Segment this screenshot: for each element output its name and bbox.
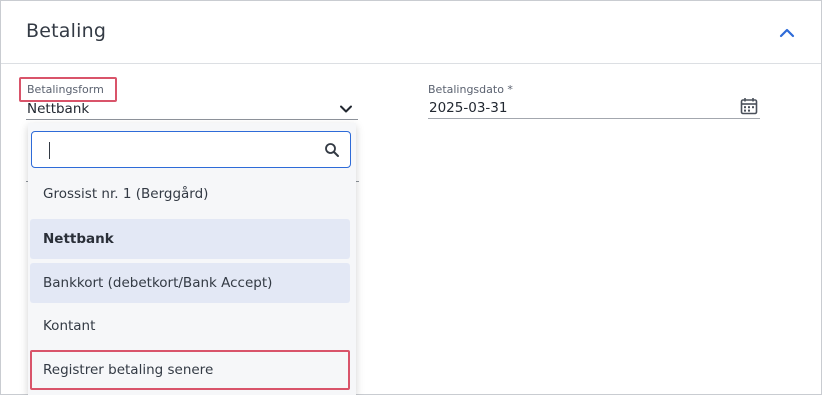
section-header[interactable]: Betaling xyxy=(1,1,821,64)
divider xyxy=(356,181,359,182)
section-title: Betaling xyxy=(26,20,107,42)
payment-date-value[interactable]: 2025-03-31 xyxy=(429,100,507,116)
text-cursor xyxy=(49,142,50,159)
payment-method-label: Betalingsform xyxy=(27,83,104,96)
option-grossist[interactable]: Grossist nr. 1 (Berggård) xyxy=(30,174,350,214)
payment-method-underline xyxy=(26,119,358,120)
option-register-later[interactable]: Registrer betaling senere xyxy=(30,350,350,390)
chevron-up-icon[interactable] xyxy=(777,23,797,43)
calendar-icon[interactable] xyxy=(740,97,758,115)
payment-date-label: Betalingsdato * xyxy=(428,83,513,96)
payment-method-value[interactable]: Nettbank xyxy=(27,101,89,117)
chevron-down-icon[interactable] xyxy=(338,101,354,117)
option-nettbank[interactable]: Nettbank xyxy=(30,219,350,259)
payment-panel: Betaling Betalingsform Nettbank Betaling… xyxy=(0,0,822,395)
option-kontant[interactable]: Kontant xyxy=(30,306,350,346)
search-icon[interactable] xyxy=(324,142,340,158)
payment-date-underline xyxy=(428,118,760,119)
payment-method-dropdown: Grossist nr. 1 (Berggård) Nettbank Bankk… xyxy=(28,123,356,395)
option-bankkort[interactable]: Bankkort (debetkort/Bank Accept) xyxy=(30,263,350,303)
dropdown-search-input[interactable] xyxy=(31,131,351,168)
